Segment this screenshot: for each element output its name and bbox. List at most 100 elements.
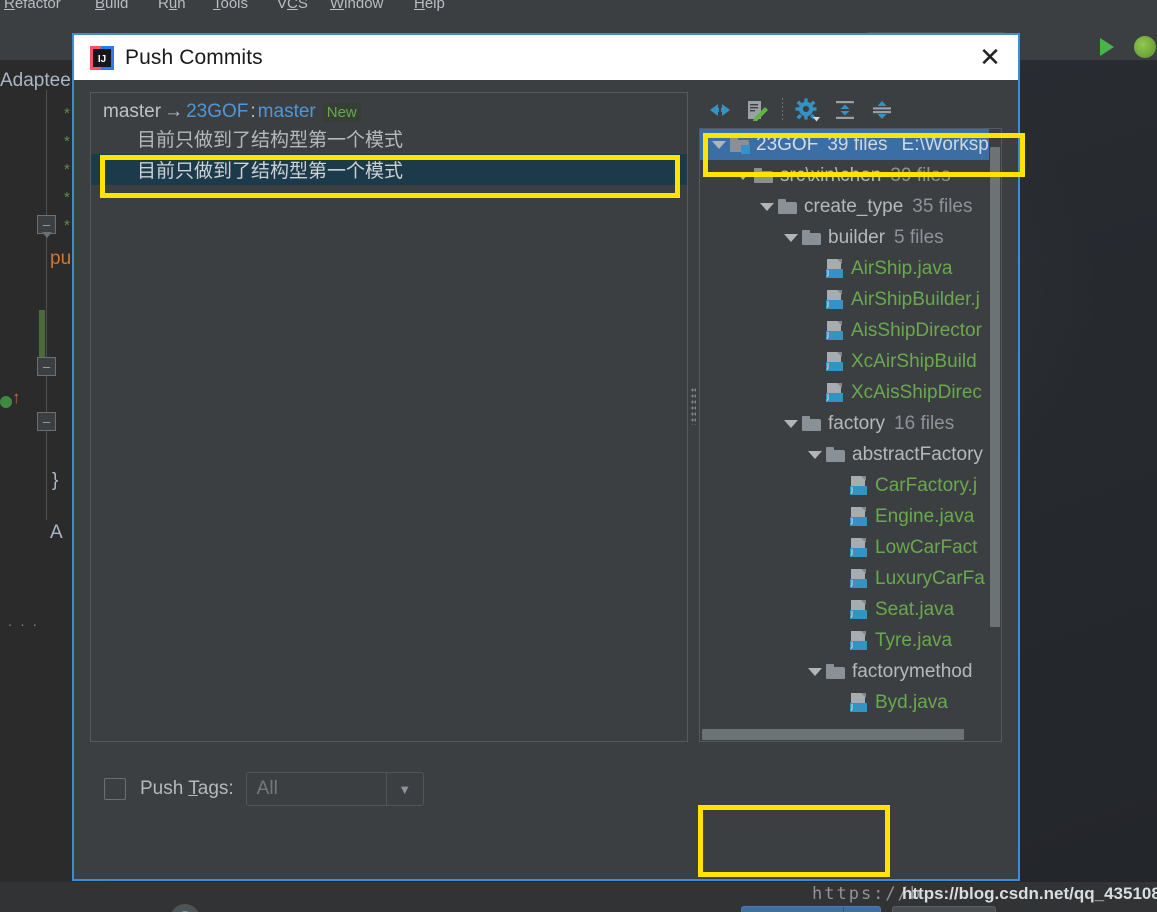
tree-node-label: src\xin\chen [780, 164, 882, 186]
tree-file-row[interactable]: J Engine.java [700, 501, 1001, 532]
push-tags-combobox[interactable]: All ▼ [245, 772, 424, 806]
pane-splitter[interactable] [688, 92, 699, 742]
editor-code-text: A [50, 522, 63, 543]
push-tags-checkbox[interactable] [104, 778, 126, 800]
dialog-action-buttons: Push ▼ Cancel [741, 906, 996, 912]
toolbar-separator [782, 98, 783, 122]
tree-file-row[interactable]: J XcAirShipBuild [700, 346, 1001, 377]
gear-settings-icon[interactable] [791, 95, 825, 125]
expand-all-icon[interactable] [828, 95, 862, 125]
dialog-split-panes: master → 23GOF: master New 目前只做到了结构型第一个模式 目前只… [90, 92, 1002, 742]
tree-file-row[interactable]: J LowCarFact [700, 532, 1001, 563]
code-fold-marker[interactable]: – [37, 357, 56, 376]
chevron-down-icon[interactable] [732, 171, 754, 180]
commit-list-panel: master → 23GOF: master New 目前只做到了结构型第一个模式 目前只… [90, 92, 688, 742]
tree-toolbar [699, 92, 1002, 128]
push-button-divider [843, 907, 844, 912]
java-file-icon: J [826, 383, 843, 402]
tree-file-row[interactable]: J LuxuryCarFa [700, 563, 1001, 594]
close-icon[interactable]: ✕ [968, 38, 1012, 78]
chevron-down-icon[interactable] [804, 450, 826, 459]
menu-item-vcs[interactable]: VCS [277, 0, 308, 12]
branch-header-row[interactable]: master → 23GOF: master New [91, 93, 687, 123]
push-tags-label-prefix: Push [140, 778, 189, 799]
tree-node-file-count: 16 files [894, 412, 955, 434]
file-tree-panel: 23GOF 39 files E:\Workspa src\xin\chen 39 fi… [699, 92, 1002, 742]
commit-rows: 目前只做到了结构型第一个模式 目前只做到了结构型第一个模式 [91, 123, 687, 185]
splitter-grip-icon[interactable] [691, 387, 696, 425]
debug-icon[interactable] [1134, 36, 1156, 58]
chevron-down-icon[interactable] [756, 202, 778, 211]
folder-icon [802, 230, 821, 245]
tree-node-file-count: 39 files [827, 133, 888, 155]
java-file-icon: J [850, 631, 867, 650]
edit-document-icon[interactable] [740, 95, 774, 125]
run-button[interactable] [1100, 38, 1114, 56]
commit-row[interactable]: 目前只做到了结构型第一个模式 [91, 154, 687, 185]
tree-node-label: builder [828, 226, 886, 248]
tree-file-row[interactable]: J CarFactory.j [700, 470, 1001, 501]
tree-folder-row[interactable]: 23GOF 39 files E:\Workspa [700, 129, 1001, 160]
code-fold-marker[interactable]: – [37, 215, 56, 238]
chevron-down-icon[interactable] [780, 233, 802, 242]
chevron-down-icon: ▼ [398, 781, 412, 797]
tree-file-row[interactable]: J AirShip.java [700, 253, 1001, 284]
watermark-right: https://blog.csdn.net/qq_43510893 [902, 884, 1157, 903]
tree-folder-row[interactable]: create_type 35 files [700, 191, 1001, 222]
push-tags-row: Push Tags: All ▼ [104, 772, 424, 806]
tree-node-label: Byd.java [875, 691, 948, 713]
tree-node-label: Tyre.java [875, 629, 953, 651]
file-tree-rows: 23GOF 39 files E:\Workspa src\xin\chen 39 fi… [700, 129, 1001, 718]
menu-item-help[interactable]: Help [414, 0, 445, 12]
collapse-all-icon[interactable] [865, 95, 899, 125]
dialog-title: Push Commits [125, 45, 263, 69]
tree-file-row[interactable]: J Seat.java [700, 594, 1001, 625]
tree-file-row[interactable]: J AirShipBuilder.j [700, 284, 1001, 315]
tree-folder-row[interactable]: factorymethod [700, 656, 1001, 687]
java-file-icon: J [826, 352, 843, 371]
java-file-icon: J [826, 290, 843, 309]
java-file-icon: J [850, 569, 867, 588]
tree-folder-row[interactable]: src\xin\chen 39 files [700, 160, 1001, 191]
module-folder-icon [730, 137, 750, 154]
scrollbar-thumb[interactable] [990, 147, 1000, 627]
push-button[interactable]: Push ▼ [741, 906, 881, 912]
tree-folder-row[interactable]: builder 5 files [700, 222, 1001, 253]
menu-item-build[interactable]: Build [95, 0, 128, 12]
menu-item-refactor[interactable]: Refactor [4, 0, 61, 12]
tree-horizontal-scrollbar[interactable] [700, 728, 989, 741]
tree-node-label: LowCarFact [875, 536, 978, 558]
menu-item-window[interactable]: Window [330, 0, 383, 12]
tree-file-row[interactable]: J Tyre.java [700, 625, 1001, 656]
menu-item-run[interactable]: Run [158, 0, 186, 12]
tree-folder-row[interactable]: factory 16 files [700, 408, 1001, 439]
chevron-down-icon[interactable] [708, 140, 730, 149]
java-file-icon: J [850, 600, 867, 619]
tree-file-row[interactable]: J Byd.java [700, 687, 1001, 718]
ide-menu-bar[interactable]: Refactor Build Run Tools VCS Window Help [0, 0, 1157, 18]
code-fold-marker[interactable]: – [37, 412, 56, 431]
chevron-down-icon[interactable] [804, 667, 826, 676]
commit-row[interactable]: 目前只做到了结构型第一个模式 [91, 123, 687, 154]
menu-item-tools[interactable]: Tools [213, 0, 248, 12]
tree-node-file-count: 39 files [890, 164, 951, 186]
tree-file-row[interactable]: J AisShipDirector [700, 315, 1001, 346]
commit-message: 目前只做到了结构型第一个模式 [137, 129, 404, 151]
tree-file-row[interactable]: J XcAisShipDirec [700, 377, 1001, 408]
chevron-down-icon[interactable] [780, 419, 802, 428]
folder-icon [754, 168, 773, 183]
tree-vertical-scrollbar[interactable] [989, 129, 1001, 741]
tree-node-file-count: 5 files [894, 226, 944, 248]
commit-message: 目前只做到了结构型第一个模式 [137, 160, 404, 182]
scrollbar-thumb[interactable] [702, 729, 964, 740]
push-commits-dialog: IJ Push Commits ✕ master → 23GOF: master New… [72, 33, 1020, 912]
editor-code-text: pu [50, 248, 72, 269]
cancel-button[interactable]: Cancel [892, 906, 996, 912]
editor-code-text: Adaptee [0, 70, 71, 91]
tree-node-label: factorymethod [852, 660, 973, 682]
collapse-horizontal-icon[interactable] [703, 95, 737, 125]
java-file-icon: J [850, 538, 867, 557]
intellij-idea-icon: IJ [90, 45, 114, 70]
editor-code-text: } [52, 470, 59, 491]
tree-folder-row[interactable]: abstractFactory [700, 439, 1001, 470]
